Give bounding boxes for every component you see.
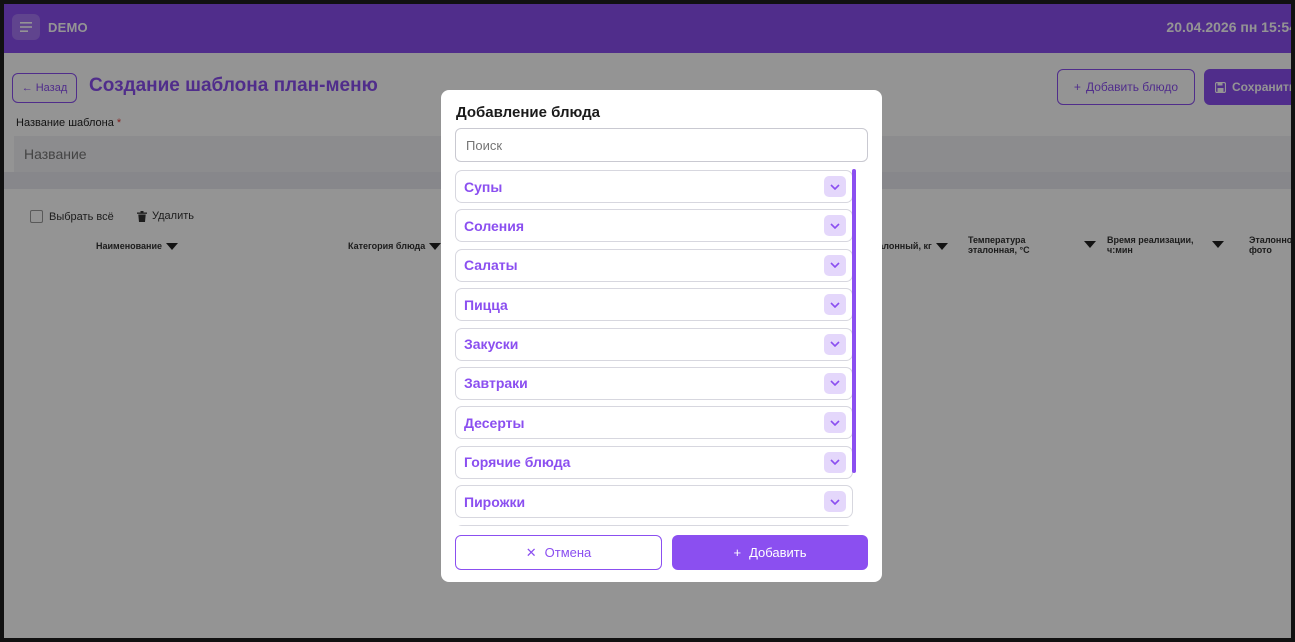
chevron-down-icon[interactable] [824, 491, 846, 513]
category-item-partial[interactable] [455, 524, 853, 526]
category-item[interactable]: Салаты [455, 248, 853, 282]
category-item[interactable]: Горячие блюда [455, 445, 853, 479]
category-item[interactable]: Пицца [455, 288, 853, 322]
add-label: Добавить [749, 545, 807, 560]
category-label: Завтраки [464, 375, 528, 392]
chevron-down-icon[interactable] [824, 215, 846, 237]
category-item[interactable]: Завтраки [455, 366, 853, 400]
chevron-down-icon[interactable] [824, 412, 846, 434]
modal-title: Добавление блюда [456, 104, 601, 121]
add-button[interactable]: + Добавить [672, 535, 868, 570]
category-label: Десерты [464, 414, 525, 431]
close-icon: ✕ [525, 544, 537, 560]
add-dish-modal: Добавление блюда Супы Соления Салаты Пиц… [441, 90, 882, 582]
category-item[interactable]: Закуски [455, 327, 853, 361]
scrollbar[interactable] [852, 169, 856, 473]
category-label: Салаты [464, 257, 518, 274]
category-list: Супы Соления Салаты Пицца Закуски Завтра… [455, 170, 853, 526]
category-label: Пирожки [464, 493, 526, 510]
category-label: Пицца [464, 296, 508, 313]
plus-icon: + [733, 545, 742, 560]
chevron-down-icon[interactable] [824, 333, 846, 355]
category-label: Горячие блюда [464, 454, 571, 471]
category-label: Соления [464, 217, 525, 234]
category-item[interactable]: Соления [455, 209, 853, 243]
category-item[interactable]: Десерты [455, 406, 853, 440]
chevron-down-icon[interactable] [824, 254, 846, 276]
chevron-down-icon[interactable] [824, 176, 846, 197]
category-label: Супы [464, 178, 503, 195]
chevron-down-icon[interactable] [824, 451, 846, 473]
app-window: DEMO 20.04.2026 пн 15:54 ← Назад Создани… [0, 0, 1295, 642]
chevron-down-icon[interactable] [824, 372, 846, 394]
category-item[interactable]: Супы [455, 170, 853, 203]
cancel-label: Отмена [544, 545, 592, 560]
cancel-button[interactable]: ✕ Отмена [455, 535, 662, 570]
category-item[interactable]: Пирожки [455, 485, 853, 519]
search-input[interactable] [455, 128, 868, 162]
chevron-down-icon[interactable] [824, 294, 846, 316]
category-label: Закуски [464, 336, 519, 353]
